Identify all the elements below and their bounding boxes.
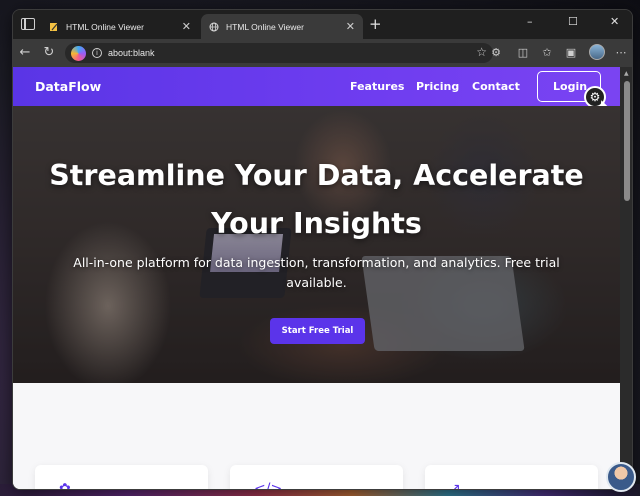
brand-logo[interactable]: DataFlow: [35, 79, 101, 94]
window-close-button[interactable]: ✕: [610, 15, 619, 28]
new-tab-button[interactable]: +: [369, 15, 382, 33]
scroll-up-icon[interactable]: ▲: [624, 70, 629, 77]
close-icon[interactable]: ✕: [182, 20, 191, 33]
maximize-button[interactable]: ☐: [568, 15, 578, 28]
features-section: ✿ </> ↗: [13, 383, 620, 490]
tab-title: HTML Online Viewer: [66, 21, 144, 32]
feature-card: ↗: [425, 465, 598, 490]
hero-subtitle: All-in-one platform for data ingestion, …: [73, 255, 560, 290]
cta-label: Start Free Trial: [281, 326, 354, 336]
profile-avatar[interactable]: [589, 44, 605, 60]
favorites-icon[interactable]: ✩: [540, 46, 554, 59]
toolbar: ← ↻ i about:blank ☆ ⚙ ◫ ✩ ▣ ⋯: [13, 39, 632, 67]
nav-link-pricing[interactable]: Pricing: [416, 80, 459, 93]
tab-actions-icon[interactable]: [21, 18, 35, 30]
tab-bar: HTML Online Viewer ✕ HTML Online Viewer …: [13, 10, 632, 39]
code-icon: </>: [254, 481, 283, 490]
nav-link-features[interactable]: Features: [350, 80, 404, 93]
feature-card: </>: [230, 465, 403, 490]
favorite-star-icon[interactable]: ☆: [476, 45, 487, 59]
hero-section: Streamline Your Data, Accelerate Your In…: [13, 106, 620, 383]
split-screen-icon[interactable]: ◫: [516, 46, 530, 59]
start-free-trial-button[interactable]: Start Free Trial: [270, 318, 365, 344]
tab-html-viewer-2[interactable]: HTML Online Viewer ✕: [201, 14, 363, 39]
feature-card: ✿: [35, 465, 208, 490]
hero-title: Streamline Your Data, Accelerate Your In…: [49, 159, 584, 240]
browser-window: HTML Online Viewer ✕ HTML Online Viewer …: [12, 9, 633, 490]
file-edit-icon: [49, 22, 59, 32]
extensions-icon[interactable]: ⚙: [489, 46, 503, 59]
collections-icon[interactable]: ▣: [564, 46, 578, 59]
info-icon[interactable]: i: [92, 48, 102, 58]
scrollbar-thumb[interactable]: [624, 81, 630, 201]
minimize-button[interactable]: –: [527, 15, 533, 28]
globe-icon: [209, 22, 219, 32]
close-icon[interactable]: ✕: [346, 20, 355, 33]
puzzle-icon: ✿: [59, 481, 71, 490]
user-avatar[interactable]: [606, 462, 636, 492]
site-navbar: DataFlow Features Pricing Contact Login …: [13, 67, 620, 112]
refresh-button[interactable]: ↻: [41, 45, 57, 60]
address-bar[interactable]: i about:blank ☆: [65, 43, 493, 63]
back-button[interactable]: ←: [17, 45, 33, 60]
page-scrollbar[interactable]: ▲ ▼: [620, 67, 632, 489]
tab-title: HTML Online Viewer: [226, 21, 304, 32]
nav-link-contact[interactable]: Contact: [472, 80, 520, 93]
page-viewport: DataFlow Features Pricing Contact Login …: [13, 67, 620, 490]
copilot-icon[interactable]: [71, 45, 86, 61]
tab-html-viewer-1[interactable]: HTML Online Viewer ✕: [41, 14, 199, 39]
url-text[interactable]: about:blank: [108, 48, 155, 58]
more-menu-icon[interactable]: ⋯: [614, 46, 628, 59]
login-label: Login: [553, 80, 588, 93]
chart-icon: ↗: [449, 481, 461, 490]
